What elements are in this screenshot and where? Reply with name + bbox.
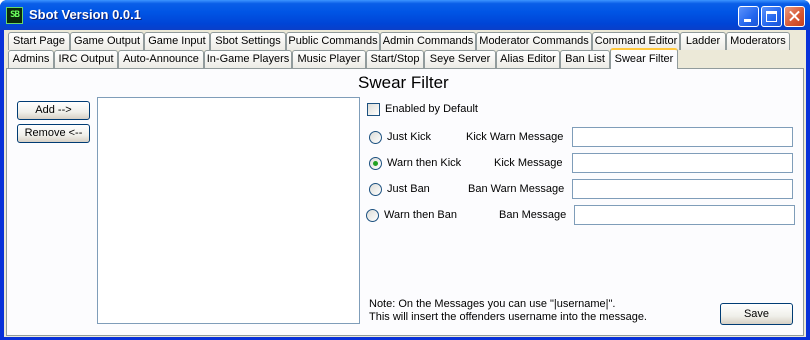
tab-admin-commands[interactable]: Admin Commands xyxy=(380,32,476,50)
app-logo-icon: SB xyxy=(6,7,23,24)
minimize-icon xyxy=(744,19,751,22)
warn-then-ban-radio[interactable] xyxy=(366,209,379,222)
tab-alias-editor[interactable]: Alias Editor xyxy=(496,50,560,68)
just-kick-label: Just Kick xyxy=(387,131,432,143)
kick-message-input[interactable] xyxy=(572,153,793,173)
save-button[interactable]: Save xyxy=(720,303,793,325)
enabled-by-default-checkbox[interactable] xyxy=(367,103,380,116)
tab-swear-filter[interactable]: Swear Filter xyxy=(610,48,678,69)
tab-start-stop[interactable]: Start/Stop xyxy=(366,50,424,68)
remove-button[interactable]: Remove <-- xyxy=(17,124,90,143)
maximize-icon xyxy=(766,11,777,22)
page-title: Swear Filter xyxy=(358,73,449,92)
tab-public-commands[interactable]: Public Commands xyxy=(286,32,380,50)
note-line-2: This will insert the offenders username … xyxy=(369,311,647,323)
ban-warn-message-label: Ban Warn Message xyxy=(468,183,565,195)
window-title: Sbot Version 0.0.1 xyxy=(29,7,141,22)
ban-message-label: Ban Message xyxy=(499,209,567,221)
tab-admins[interactable]: Admins xyxy=(8,50,54,68)
kick-message-label: Kick Message xyxy=(494,157,563,169)
title-bar[interactable]: SB Sbot Version 0.0.1 xyxy=(0,0,810,30)
enabled-by-default-label: Enabled by Default xyxy=(385,103,478,115)
close-icon xyxy=(785,7,804,26)
close-button[interactable] xyxy=(784,6,805,27)
tab-in-game-players[interactable]: In-Game Players xyxy=(204,50,292,68)
kick-warn-message-input[interactable] xyxy=(572,127,793,147)
ban-warn-message-input[interactable] xyxy=(572,179,793,199)
just-ban-radio[interactable] xyxy=(369,183,382,196)
tab-ladder[interactable]: Ladder xyxy=(680,32,726,50)
tab-seye-server[interactable]: Seye Server xyxy=(424,50,496,68)
note-line-1: Note: On the Messages you can use "|user… xyxy=(369,298,616,310)
username-note: Note: On the Messages you can use "|user… xyxy=(369,298,647,324)
tab-ban-list[interactable]: Ban List xyxy=(560,50,610,68)
just-ban-label: Just Ban xyxy=(387,183,430,195)
kick-warn-message-label: Kick Warn Message xyxy=(466,131,564,143)
tab-moderators[interactable]: Moderators xyxy=(726,32,790,50)
tab-sbot-settings[interactable]: Sbot Settings xyxy=(210,32,286,50)
client-area: Start Page Game Output Game Input Sbot S… xyxy=(4,30,806,337)
tab-game-input[interactable]: Game Input xyxy=(144,32,210,50)
tab-game-output[interactable]: Game Output xyxy=(70,32,144,50)
just-kick-radio[interactable] xyxy=(369,131,382,144)
tab-irc-output[interactable]: IRC Output xyxy=(54,50,118,68)
maximize-button[interactable] xyxy=(761,6,782,27)
tab-moderator-commands[interactable]: Moderator Commands xyxy=(476,32,592,50)
warn-then-ban-label: Warn then Ban xyxy=(384,209,457,221)
warn-then-kick-radio[interactable] xyxy=(369,157,382,170)
tab-music-player[interactable]: Music Player xyxy=(292,50,366,68)
tab-start-page[interactable]: Start Page xyxy=(8,32,70,50)
ban-message-input[interactable] xyxy=(574,205,795,225)
swear-word-list[interactable] xyxy=(97,97,360,324)
tab-auto-announce[interactable]: Auto-Announce xyxy=(118,50,204,68)
app-window: SB Sbot Version 0.0.1 Start Page Game Ou… xyxy=(0,0,810,340)
minimize-button[interactable] xyxy=(738,6,759,27)
warn-then-kick-label: Warn then Kick xyxy=(387,157,462,169)
add-button[interactable]: Add --> xyxy=(17,101,90,120)
